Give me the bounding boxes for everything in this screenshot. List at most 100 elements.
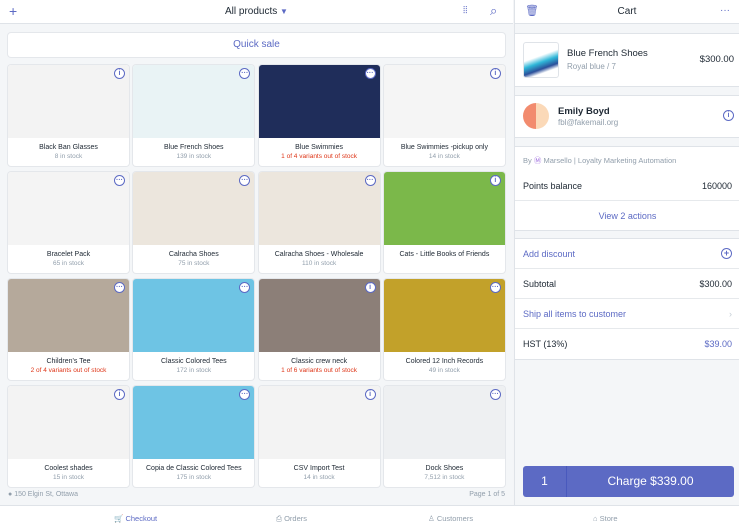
product-image — [383, 279, 505, 352]
product-name: Black Ban Glasses — [39, 144, 98, 151]
more-icon[interactable]: ··· — [114, 282, 125, 293]
more-icon[interactable]: ··· — [489, 389, 501, 400]
product-image — [258, 172, 380, 245]
person-icon: ♙ — [428, 514, 435, 523]
orders-icon: ⎙ — [276, 514, 282, 523]
tab-store[interactable]: ⌂ Store — [593, 514, 618, 523]
product-stock: 14 in stock — [428, 153, 460, 160]
product-card[interactable]: i Cats - Little Books of Friends — [383, 172, 505, 273]
customer-card[interactable]: Emily Boyd fbl@fakemail.org i — [515, 95, 739, 138]
tab-checkout[interactable]: 🛒 Checkout — [114, 514, 157, 523]
charge-button[interactable]: 1 Charge $339.00 — [523, 466, 734, 497]
product-stock: 65 in stock — [52, 260, 85, 267]
points-label: Points balance — [523, 180, 583, 191]
product-image — [8, 279, 129, 352]
product-card[interactable]: i CSV Import Test 14 in stock — [258, 386, 380, 487]
more-icon[interactable]: ··· — [489, 282, 501, 293]
product-name: Calracha Shoes - Wholesale — [274, 251, 364, 258]
item-name: Blue French Shoes — [567, 48, 648, 59]
product-stock: 172 in stock — [176, 367, 212, 374]
product-image — [8, 172, 129, 245]
product-image — [258, 386, 380, 459]
product-image — [383, 65, 505, 138]
product-card[interactable]: ··· Calracha Shoes - Wholesale 110 in st… — [258, 172, 380, 273]
chevron-right-icon: › — [729, 308, 732, 319]
subtotal-label: Subtotal — [523, 278, 557, 289]
info-icon[interactable]: i — [489, 68, 501, 79]
pin-icon: ● — [8, 491, 13, 498]
more-icon[interactable]: ··· — [114, 175, 125, 186]
tab-orders[interactable]: ⎙ Orders — [276, 514, 307, 524]
products-panel: + All products ▼ ⦙⦙ ⌕ Quick sale i Black… — [0, 0, 513, 505]
collection-dropdown[interactable]: All products ▼ — [0, 6, 513, 17]
cart-header: 🗑 Cart ··· — [515, 0, 739, 24]
tax-label: HST (13%) — [523, 339, 568, 349]
product-card[interactable]: i Black Ban Glasses 8 in stock — [8, 65, 129, 166]
info-icon[interactable]: i — [114, 68, 125, 79]
totals-section: Add discount + Subtotal $300.00 Ship all i… — [515, 238, 739, 360]
product-stock: 139 in stock — [176, 153, 212, 160]
product-name: Calracha Shoes — [168, 251, 219, 258]
quick-sale-button[interactable]: Quick sale — [8, 33, 505, 57]
location: ● 150 Elgin St, Ottawa — [8, 491, 78, 498]
quantity[interactable]: 1 — [523, 466, 567, 497]
info-icon[interactable]: i — [364, 389, 376, 400]
tax-value[interactable]: $39.00 — [704, 339, 732, 349]
cart-title: Cart — [617, 6, 637, 17]
product-card[interactable]: ··· Calracha Shoes 75 in stock — [133, 172, 255, 273]
tab-label: Store — [599, 514, 618, 523]
barcode-icon[interactable]: ⦙⦙ — [463, 3, 467, 19]
product-image — [133, 65, 255, 138]
more-icon[interactable]: ··· — [364, 175, 376, 186]
product-stock: 2 of 4 variants out of stock — [30, 367, 107, 374]
product-image — [8, 386, 129, 459]
charge-label[interactable]: Charge $339.00 — [567, 466, 734, 497]
ship-label: Ship all items to customer — [523, 308, 627, 319]
product-name: Classic Colored Tees — [160, 358, 227, 365]
product-card[interactable]: ··· Copia de Classic Colored Tees 175 in… — [133, 386, 255, 487]
view-actions-button[interactable]: View 2 actions — [515, 201, 739, 231]
product-image — [133, 172, 255, 245]
product-card[interactable]: ··· Blue French Shoes 139 in stock — [133, 65, 255, 166]
product-card[interactable]: i Classic crew neck 1 of 6 variants out … — [258, 279, 380, 380]
add-discount-button[interactable]: Add discount + — [515, 239, 739, 269]
product-stock: 1 of 6 variants out of stock — [281, 367, 358, 374]
product-card[interactable]: ··· Bracelet Pack 65 in stock — [8, 172, 129, 273]
points-value: 160000 — [701, 180, 732, 191]
product-card[interactable]: i Coolest shades 15 in stock — [8, 386, 129, 487]
bottom-tab-bar: 🛒 Checkout ⎙ Orders ♙ Customers ⌂ Store — [0, 505, 739, 531]
customer-name: Emily Boyd — [558, 106, 610, 117]
product-name: Blue Swimmies — [295, 144, 344, 151]
product-card[interactable]: ··· Dock Shoes 7,512 in stock — [383, 386, 505, 487]
product-card[interactable]: ··· Blue Swimmies 1 of 4 variants out of… — [258, 65, 380, 166]
product-name: Cats - Little Books of Friends — [399, 251, 490, 258]
info-icon[interactable]: i — [364, 282, 376, 293]
product-stock: 7,512 in stock — [424, 474, 465, 481]
product-card[interactable]: ··· Classic Colored Tees 172 in stock — [133, 279, 255, 380]
cart-icon: 🛒 — [114, 514, 124, 523]
product-stock: 75 in stock — [178, 260, 210, 267]
info-icon[interactable]: i — [114, 389, 125, 400]
product-card[interactable]: i Blue Swimmies -pickup only 14 in stock — [383, 65, 505, 166]
product-card[interactable]: ··· Children's Tee 2 of 4 variants out o… — [8, 279, 129, 380]
product-name: CSV Import Test — [293, 465, 345, 472]
product-stock: 175 in stock — [176, 474, 212, 481]
more-icon[interactable]: ··· — [720, 3, 730, 19]
cart-line-item[interactable]: Blue French Shoes Royal blue / 7 $300.00 — [515, 33, 739, 87]
cart-panel: 🗑 Cart ··· Blue French Shoes Royal blue … — [514, 0, 739, 505]
page-indicator: Page 1 of 5 — [469, 491, 505, 498]
info-icon[interactable]: i — [489, 175, 501, 186]
product-stock: 14 in stock — [303, 474, 335, 481]
product-image — [258, 65, 380, 138]
product-image — [258, 279, 380, 352]
more-icon[interactable]: ··· — [364, 68, 376, 79]
item-variant: Royal blue / 7 — [567, 62, 616, 71]
product-card[interactable]: ··· Colored 12 Inch Records 49 in stock — [383, 279, 505, 380]
tab-customers[interactable]: ♙ Customers — [428, 514, 473, 523]
ship-items-button[interactable]: Ship all items to customer › — [515, 299, 739, 329]
product-image — [383, 172, 505, 245]
tab-label: Checkout — [125, 514, 158, 523]
search-icon[interactable]: ⌕ — [490, 3, 497, 19]
info-icon[interactable]: i — [723, 110, 734, 121]
product-stock: 15 in stock — [52, 474, 85, 481]
